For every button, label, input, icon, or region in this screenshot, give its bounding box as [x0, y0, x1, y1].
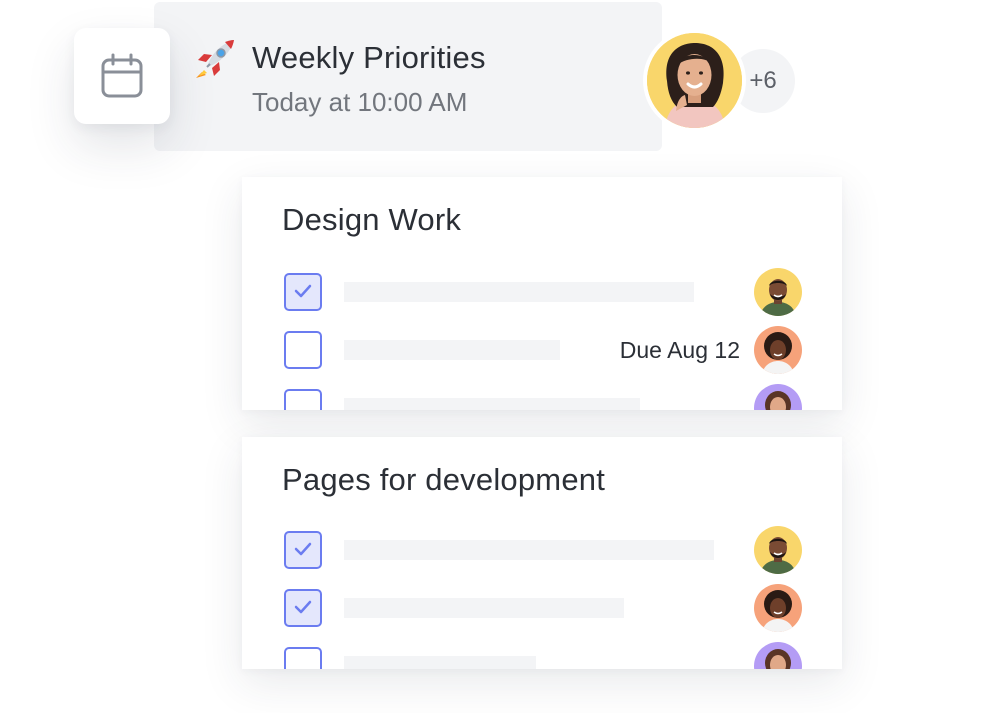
calendar-tile[interactable]	[74, 28, 170, 124]
calendar-icon	[101, 53, 143, 98]
task-list-card: Pages for development	[242, 437, 842, 669]
task-placeholder-bar	[344, 540, 714, 560]
check-icon	[294, 542, 312, 556]
task-placeholder-bar	[344, 340, 560, 360]
task-row: Due Aug 12	[242, 326, 842, 374]
assignee-avatar[interactable]	[754, 584, 802, 632]
check-icon	[294, 600, 312, 614]
man-portrait	[754, 268, 802, 316]
task-checkbox[interactable]	[284, 589, 322, 627]
task-checkbox[interactable]	[284, 531, 322, 569]
task-checkbox[interactable]	[284, 331, 322, 369]
task-row	[242, 642, 842, 669]
assignee-avatar[interactable]	[754, 642, 802, 669]
rocket-icon	[196, 40, 234, 78]
task-row	[242, 526, 842, 574]
task-placeholder-bar	[344, 398, 640, 410]
host-avatar[interactable]	[643, 29, 746, 132]
task-placeholder-bar	[344, 598, 624, 618]
list-title: Design Work	[282, 202, 462, 237]
task-row	[242, 268, 842, 316]
man-portrait	[754, 526, 802, 574]
woman-portrait	[754, 584, 802, 632]
task-row	[242, 584, 842, 632]
task-list-card: Design Work Due Aug 12	[242, 177, 842, 410]
task-checkbox[interactable]	[284, 647, 322, 669]
event-title: Weekly Priorities	[252, 40, 486, 75]
assignee-avatar[interactable]	[754, 268, 802, 316]
assignee-avatar[interactable]	[754, 326, 802, 374]
woman-portrait	[647, 33, 742, 128]
task-checkbox[interactable]	[284, 389, 322, 410]
woman-portrait	[754, 642, 802, 669]
check-icon	[294, 284, 312, 298]
due-date-label: Due Aug 12	[619, 337, 740, 363]
event-time: Today at 10:00 AM	[252, 87, 468, 117]
task-placeholder-bar	[344, 282, 694, 302]
assignee-avatar[interactable]	[754, 526, 802, 574]
woman-portrait	[754, 384, 802, 410]
assignee-avatar[interactable]	[754, 384, 802, 410]
task-placeholder-bar	[344, 656, 536, 669]
task-row	[242, 384, 842, 410]
woman-portrait	[754, 326, 802, 374]
list-title: Pages for development	[282, 462, 606, 497]
task-checkbox[interactable]	[284, 273, 322, 311]
